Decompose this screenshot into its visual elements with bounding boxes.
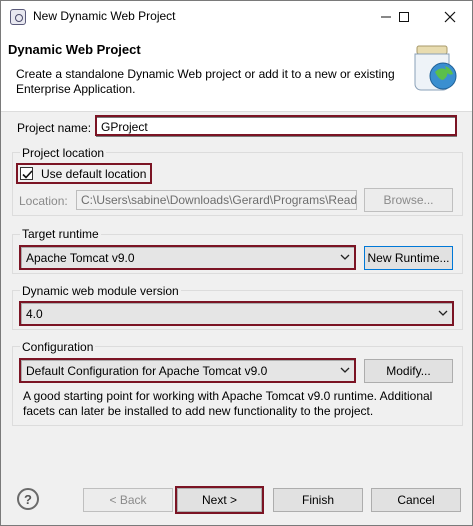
chevron-down-icon <box>340 254 350 260</box>
wizard-header: Dynamic Web Project Create a standalone … <box>1 32 472 112</box>
chevron-down-icon <box>340 367 350 373</box>
browse-button: Browse... <box>364 188 453 212</box>
project-name-label: Project name: <box>17 121 92 135</box>
use-default-location-checkbox[interactable] <box>20 167 33 180</box>
maximize-button[interactable] <box>387 1 421 32</box>
configuration-description: A good starting point for working with A… <box>23 389 433 418</box>
project-name-input[interactable]: GProject <box>96 117 457 137</box>
checkmark-icon <box>22 170 33 179</box>
module-version-value: 4.0 <box>26 307 43 321</box>
title-bar: New Dynamic Web Project <box>1 1 472 32</box>
modify-button[interactable]: Modify... <box>364 359 453 383</box>
dialog-window: New Dynamic Web Project Dynamic Web Proj… <box>0 0 473 526</box>
module-version-title: Dynamic web module version <box>20 284 181 298</box>
eclipse-app-icon <box>10 9 26 25</box>
configuration-title: Configuration <box>20 340 96 354</box>
module-version-select[interactable]: 4.0 <box>21 303 453 325</box>
window-title: New Dynamic Web Project <box>33 9 176 23</box>
chevron-down-icon <box>438 310 448 316</box>
target-runtime-select[interactable]: Apache Tomcat v9.0 <box>21 247 355 269</box>
target-runtime-title: Target runtime <box>20 227 101 241</box>
web-project-jar-icon <box>414 45 457 91</box>
help-icon[interactable]: ? <box>17 488 39 510</box>
close-button[interactable] <box>433 1 467 32</box>
project-location-title: Project location <box>20 146 107 160</box>
page-description: Create a standalone Dynamic Web project … <box>16 67 395 96</box>
target-runtime-value: Apache Tomcat v9.0 <box>26 251 135 265</box>
next-button[interactable]: Next > <box>177 488 262 512</box>
configuration-select[interactable]: Default Configuration for Apache Tomcat … <box>21 360 355 382</box>
help-glyph: ? <box>24 491 32 507</box>
configuration-value: Default Configuration for Apache Tomcat … <box>26 364 268 378</box>
close-icon <box>444 11 456 22</box>
new-runtime-button[interactable]: New Runtime... <box>364 246 453 270</box>
back-button: < Back <box>83 488 173 512</box>
finish-button[interactable]: Finish <box>273 488 363 512</box>
maximize-icon <box>399 11 409 22</box>
cancel-button[interactable]: Cancel <box>371 488 461 512</box>
location-label: Location: <box>19 194 68 208</box>
page-title: Dynamic Web Project <box>8 42 141 57</box>
use-default-location-label: Use default location <box>41 167 147 181</box>
location-input: C:\Users\sabine\Downloads\Gerard\Program… <box>76 190 357 210</box>
